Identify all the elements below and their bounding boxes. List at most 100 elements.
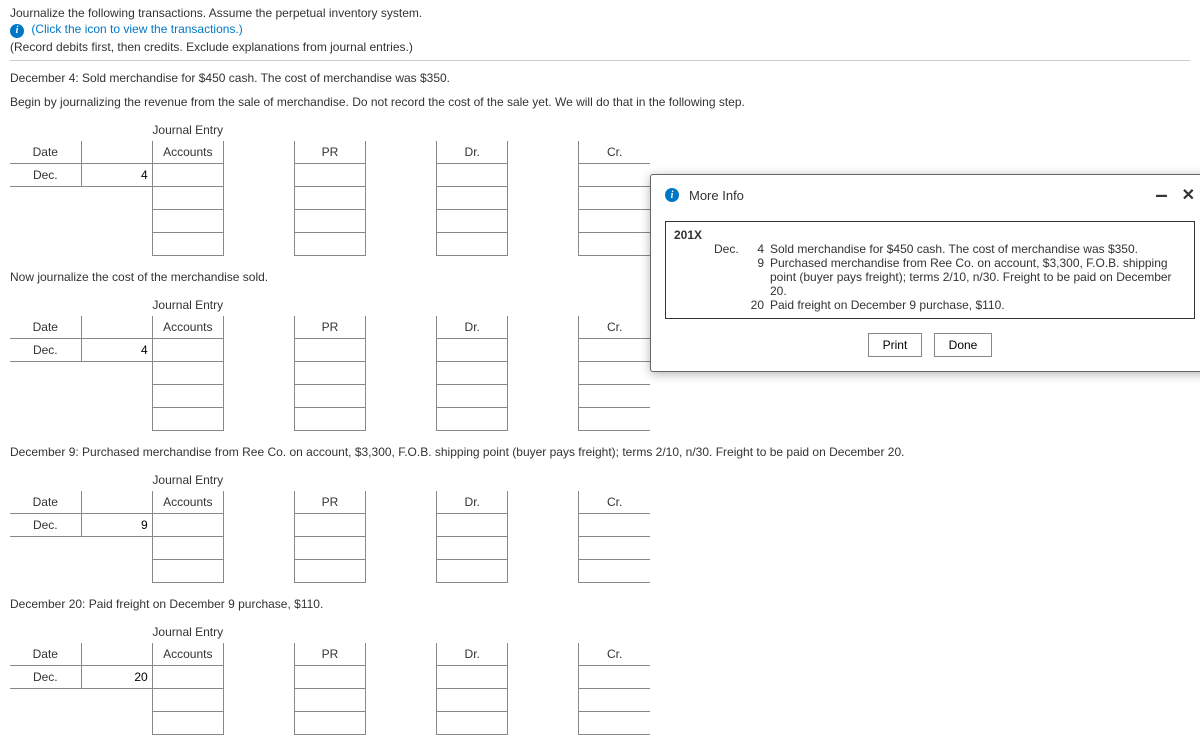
je2-account-input-3[interactable] <box>153 385 223 407</box>
tx-desc-2: Purchased merchandise from Ree Co. on ac… <box>770 256 1186 298</box>
instruction-line-2: (Record debits first, then credits. Excl… <box>10 40 1190 54</box>
done-button[interactable]: Done <box>934 333 993 357</box>
je2-cr-input-4[interactable] <box>579 408 650 430</box>
je2-account-input-1[interactable] <box>153 339 223 361</box>
col-cr-header: Cr. <box>579 141 650 164</box>
je2-account-input-2[interactable] <box>153 362 223 384</box>
separator <box>10 60 1190 61</box>
journal-entry-1: Journal Entry Date Accounts PR Dr. Cr. D… <box>10 119 650 256</box>
step3-transaction-text: December 9: Purchased merchandise from R… <box>10 445 1190 459</box>
je4-cr-input-1[interactable] <box>579 666 650 688</box>
col-dr-header: Dr. <box>437 316 508 339</box>
step4-transaction-text: December 20: Paid freight on December 9 … <box>10 597 1190 611</box>
je3-pr-input-1[interactable] <box>295 514 365 536</box>
je2-account-input-4[interactable] <box>153 408 223 430</box>
je4-account-input-1[interactable] <box>153 666 223 688</box>
view-transactions-link[interactable]: i (Click the icon to view the transactio… <box>10 22 1190 38</box>
je3-account-input-3[interactable] <box>153 560 223 582</box>
minimize-icon[interactable]: – <box>1155 190 1167 200</box>
je3-dr-input-2[interactable] <box>437 537 507 559</box>
je4-cr-input-2[interactable] <box>579 689 650 711</box>
je2-dr-input-1[interactable] <box>437 339 507 361</box>
je2-pr-input-4[interactable] <box>295 408 365 430</box>
je1-day-input[interactable] <box>82 164 152 186</box>
je1-pr-input-4[interactable] <box>295 233 365 255</box>
je1-pr-input-3[interactable] <box>295 210 365 232</box>
journal-entry-4: Journal Entry Date Accounts PR Dr. Cr. D… <box>10 621 650 735</box>
je1-account-input-3[interactable] <box>153 210 223 232</box>
je1-cr-input-3[interactable] <box>579 210 650 232</box>
tx-year: 201X <box>674 228 714 242</box>
je1-account-input-4[interactable] <box>153 233 223 255</box>
je4-pr-input-3[interactable] <box>295 712 365 734</box>
more-info-modal: i More Info – ✕ 201X Dec. 4 Sold merchan… <box>650 174 1200 372</box>
je3-dr-input-1[interactable] <box>437 514 507 536</box>
je4-pr-input-2[interactable] <box>295 689 365 711</box>
je1-dr-input-3[interactable] <box>437 210 507 232</box>
col-cr-header: Cr. <box>579 491 650 514</box>
col-date-header: Date <box>10 316 81 339</box>
je1-pr-input-2[interactable] <box>295 187 365 209</box>
journal-entry-2: Journal Entry Date Accounts PR Dr. Cr. D… <box>10 294 650 431</box>
je2-dr-input-2[interactable] <box>437 362 507 384</box>
je4-cr-input-3[interactable] <box>579 712 650 734</box>
je3-account-input-1[interactable] <box>153 514 223 536</box>
je2-pr-input-2[interactable] <box>295 362 365 384</box>
je1-dr-input-1[interactable] <box>437 164 507 186</box>
je2-pr-input-3[interactable] <box>295 385 365 407</box>
je4-day-input[interactable] <box>82 666 152 688</box>
je2-cr-input-2[interactable] <box>579 362 650 384</box>
je3-cr-input-1[interactable] <box>579 514 650 536</box>
je3-pr-input-2[interactable] <box>295 537 365 559</box>
je3-cr-input-2[interactable] <box>579 537 650 559</box>
je1-dr-input-2[interactable] <box>437 187 507 209</box>
je3-day-input[interactable] <box>82 514 152 536</box>
je4-dr-input-1[interactable] <box>437 666 507 688</box>
je1-dr-input-4[interactable] <box>437 233 507 255</box>
je2-cr-input-3[interactable] <box>579 385 650 407</box>
je1-account-input-1[interactable] <box>153 164 223 186</box>
tx-day-3: 20 <box>746 298 770 312</box>
col-dr-header: Dr. <box>437 491 508 514</box>
col-date-header: Date <box>10 141 81 164</box>
je2-dr-input-4[interactable] <box>437 408 507 430</box>
tx-desc-3: Paid freight on December 9 purchase, $11… <box>770 298 1186 312</box>
je-title: Journal Entry <box>152 294 223 316</box>
je1-month: Dec. <box>10 163 81 186</box>
je1-cr-input-4[interactable] <box>579 233 650 255</box>
tx-day-1: 4 <box>746 242 770 256</box>
col-pr-header: PR <box>294 141 365 164</box>
je2-day-input[interactable] <box>82 339 152 361</box>
je3-dr-input-3[interactable] <box>437 560 507 582</box>
instruction-line-1: Journalize the following transactions. A… <box>10 6 1190 20</box>
je3-month: Dec. <box>10 513 81 536</box>
je-title: Journal Entry <box>152 469 223 491</box>
col-cr-header: Cr. <box>579 643 650 666</box>
je2-pr-input-1[interactable] <box>295 339 365 361</box>
je4-pr-input-1[interactable] <box>295 666 365 688</box>
je2-dr-input-3[interactable] <box>437 385 507 407</box>
je1-account-input-2[interactable] <box>153 187 223 209</box>
je2-cr-input-1[interactable] <box>579 339 650 361</box>
je4-account-input-3[interactable] <box>153 712 223 734</box>
col-dr-header: Dr. <box>437 141 508 164</box>
col-pr-header: PR <box>294 491 365 514</box>
je4-account-input-2[interactable] <box>153 689 223 711</box>
col-dr-header: Dr. <box>437 643 508 666</box>
je1-pr-input-1[interactable] <box>295 164 365 186</box>
je-title: Journal Entry <box>152 621 223 643</box>
je3-account-input-2[interactable] <box>153 537 223 559</box>
je3-pr-input-3[interactable] <box>295 560 365 582</box>
view-transactions-text: (Click the icon to view the transactions… <box>31 22 242 36</box>
je4-dr-input-3[interactable] <box>437 712 507 734</box>
je3-cr-input-3[interactable] <box>579 560 650 582</box>
je1-cr-input-2[interactable] <box>579 187 650 209</box>
info-icon: i <box>665 188 679 202</box>
je1-cr-input-1[interactable] <box>579 164 650 186</box>
close-icon[interactable]: ✕ <box>1182 185 1195 205</box>
je4-dr-input-2[interactable] <box>437 689 507 711</box>
step1-sub-instruction: Begin by journalizing the revenue from t… <box>10 95 1190 109</box>
je4-month: Dec. <box>10 665 81 688</box>
col-accounts-header: Accounts <box>152 491 223 514</box>
print-button[interactable]: Print <box>868 333 923 357</box>
